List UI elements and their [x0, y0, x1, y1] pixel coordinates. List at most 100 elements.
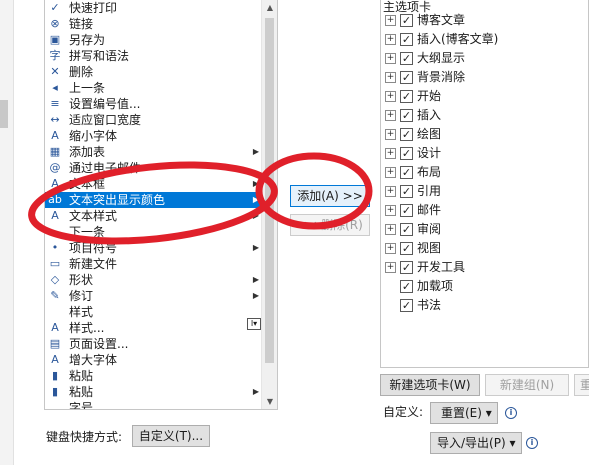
new-group-button[interactable]: 新建组(N) — [485, 374, 569, 396]
customize-shortcuts-button[interactable]: 自定义(T)... — [132, 425, 210, 447]
tab-tree-item[interactable]: + ✓ 审阅 — [385, 220, 585, 239]
commands-scrollbar[interactable]: ▲ ▼ — [261, 0, 277, 409]
tab-tree-item[interactable]: + ✓ 绘图 — [385, 125, 585, 144]
expand-icon[interactable]: + — [385, 205, 396, 216]
command-item[interactable]: ◇ 形状 ▶ — [45, 272, 263, 288]
tab-checkbox[interactable]: ✓ — [400, 14, 413, 27]
command-item[interactable]: ▦ 添加表 ▶ — [45, 144, 263, 160]
submenu-arrow-icon: ▶ — [252, 387, 259, 396]
tab-checkbox[interactable]: ✓ — [400, 299, 413, 312]
tab-tree-item[interactable]: + ✓ 布局 — [385, 163, 585, 182]
shapes-icon: ◇ — [50, 273, 60, 286]
style-dropdown-icon[interactable]: I▾ — [247, 318, 261, 330]
expand-icon[interactable]: + — [385, 224, 396, 235]
tab-label: 加载项 — [417, 279, 454, 293]
tab-checkbox[interactable]: ✓ — [400, 33, 413, 46]
expand-icon[interactable]: + — [385, 53, 396, 64]
tab-tree-item[interactable]: + ✓ 博客文章 — [385, 11, 585, 30]
expand-icon[interactable]: + — [385, 243, 396, 254]
command-item[interactable]: ▮ 粘贴 — [45, 368, 263, 384]
command-item[interactable]: ✓ 快速打印 — [45, 0, 263, 16]
tab-tree-item[interactable]: + ✓ 插入 — [385, 106, 585, 125]
expand-icon[interactable]: + — [385, 15, 396, 26]
remove-button[interactable]: << 删除(R) — [290, 214, 370, 236]
command-item[interactable]: 字拼写和语法 — [45, 48, 263, 64]
tab-checkbox[interactable]: ✓ — [400, 280, 413, 293]
tab-checkbox[interactable]: ✓ — [400, 185, 413, 198]
tab-tree-item[interactable]: + ✓ 背景消除 — [385, 68, 585, 87]
tab-checkbox[interactable]: ✓ — [400, 166, 413, 179]
command-item[interactable]: A 文本样式 ▶ — [45, 208, 263, 224]
import-export-dropdown[interactable]: 导入/导出(P) ▾ — [430, 432, 522, 454]
tab-checkbox[interactable]: ✓ — [400, 128, 413, 141]
expand-icon[interactable]: + — [385, 91, 396, 102]
main-tabs-tree[interactable]: 主选项卡 + ✓ 博客文章 + ✓ 插入(博客文章) + ✓ 大纲显示 + ✓ 背景消除 + ✓ 开始 + ✓ 插… — [380, 0, 589, 368]
command-item[interactable]: ▣ 另存为 — [45, 32, 263, 48]
tab-tree-item[interactable]: + ✓ 引用 — [385, 182, 585, 201]
expand-icon[interactable]: + — [385, 110, 396, 121]
tab-label: 审阅 — [417, 222, 442, 236]
command-item[interactable]: ab 文本突出显示颜色 ▶ — [45, 192, 263, 208]
expand-icon[interactable]: + — [385, 148, 396, 159]
rename-button[interactable]: 重 — [574, 374, 589, 396]
command-label: 样式 — [69, 305, 94, 319]
expand-icon[interactable]: + — [385, 186, 396, 197]
tab-checkbox[interactable]: ✓ — [400, 109, 413, 122]
command-item[interactable]: A 样式... — [45, 320, 263, 336]
tab-checkbox[interactable]: ✓ — [400, 204, 413, 217]
tab-tree-item[interactable]: + ✓ 设计 — [385, 144, 585, 163]
tab-checkbox[interactable]: ✓ — [400, 242, 413, 255]
commands-list[interactable]: ✓ 快速打印 ⊗ 链接 ▣ 另存为字拼写和语法 ✕ 删除 ◂ 上一条 ≡ 设置编号值... ↔ 适应窗口宽… — [44, 0, 278, 410]
previous-icon: ◂ — [52, 81, 58, 94]
command-label: 形状 — [69, 273, 94, 287]
command-item[interactable]: ⊗ 链接 — [45, 16, 263, 32]
expand-icon[interactable]: + — [385, 167, 396, 178]
expand-icon[interactable]: + — [385, 262, 396, 273]
scroll-down-arrow-icon[interactable]: ▼ — [262, 394, 277, 409]
tab-tree-item[interactable]: + ✓ 开始 — [385, 87, 585, 106]
add-button[interactable]: 添加(A) >> — [290, 185, 370, 207]
command-item[interactable]: ✕ 删除 — [45, 64, 263, 80]
command-item[interactable]: ▭ 新建文件 — [45, 256, 263, 272]
expand-icon[interactable]: + — [385, 34, 396, 45]
tab-tree-item[interactable]: + ✓ 开发工具 — [385, 258, 585, 277]
submenu-arrow-icon: ▶ — [252, 195, 259, 204]
tab-tree-item[interactable]: + ✓ 视图 — [385, 239, 585, 258]
reset-dropdown[interactable]: 重置(E) ▾ — [430, 402, 498, 424]
command-item[interactable]: A 增大字体 — [45, 352, 263, 368]
command-item[interactable]: ▸ 下一条 — [45, 224, 263, 240]
command-item[interactable]: 样式 — [45, 304, 263, 320]
command-item[interactable]: ▮ 粘贴 ▶ — [45, 384, 263, 400]
expand-icon[interactable]: + — [385, 129, 396, 140]
tab-checkbox[interactable]: ✓ — [400, 147, 413, 160]
command-item[interactable]: ↔ 适应窗口宽度 — [45, 112, 263, 128]
command-item[interactable]: @ 通过电子邮件 — [45, 160, 263, 176]
tab-checkbox[interactable]: ✓ — [400, 71, 413, 84]
command-item[interactable]: 字号 — [45, 400, 263, 410]
scroll-up-arrow-icon[interactable]: ▲ — [262, 0, 277, 16]
command-item[interactable]: ▤ 页面设置... — [45, 336, 263, 352]
track-changes-icon: ✎ — [50, 289, 60, 302]
command-item[interactable]: A 文本框 ▶ — [45, 176, 263, 192]
command-item[interactable]: ✎ 修订 ▶ — [45, 288, 263, 304]
new-tab-button[interactable]: 新建选项卡(W) — [380, 374, 480, 396]
tab-checkbox[interactable]: ✓ — [400, 261, 413, 274]
tab-tree-item[interactable]: + ✓ 大纲显示 — [385, 49, 585, 68]
scroll-thumb[interactable] — [265, 18, 274, 363]
tab-checkbox[interactable]: ✓ — [400, 52, 413, 65]
command-item[interactable]: ◂ 上一条 — [45, 80, 263, 96]
tab-tree-item[interactable]: ✓ 加载项 — [385, 277, 585, 296]
command-label: 文本框 — [69, 177, 106, 191]
tab-checkbox[interactable]: ✓ — [400, 223, 413, 236]
command-label: 字号 — [69, 401, 94, 410]
tab-tree-item[interactable]: + ✓ 插入(博客文章) — [385, 30, 585, 49]
tab-checkbox[interactable]: ✓ — [400, 90, 413, 103]
command-item[interactable]: • 项目符号 ▶ — [45, 240, 263, 256]
command-item[interactable]: A 缩小字体 — [45, 128, 263, 144]
tab-tree-item[interactable]: ✓ 书法 — [385, 296, 585, 315]
tab-label: 背景消除 — [417, 70, 466, 84]
numbering-icon: ≡ — [50, 97, 60, 110]
command-item[interactable]: ≡ 设置编号值... — [45, 96, 263, 112]
expand-icon[interactable]: + — [385, 72, 396, 83]
tab-tree-item[interactable]: + ✓ 邮件 — [385, 201, 585, 220]
